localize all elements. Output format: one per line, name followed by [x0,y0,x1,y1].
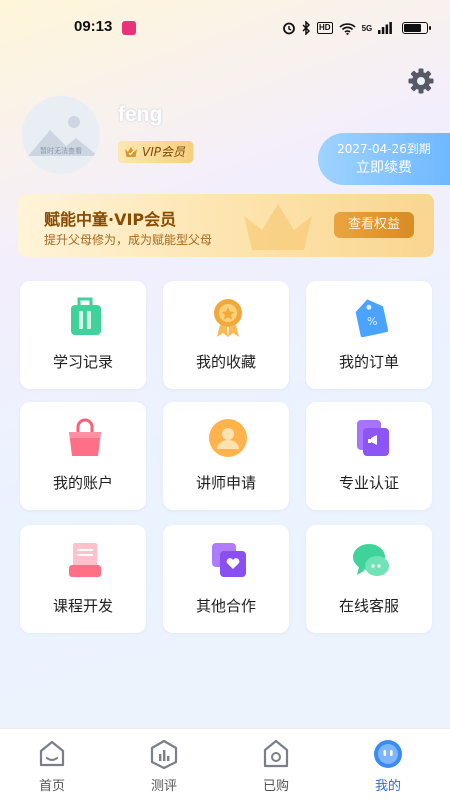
lecturer-avatar-icon [209,419,247,457]
hd-badge: HD [317,22,333,34]
tile-course-dev[interactable]: 课程开发 [20,525,146,633]
renew-expiry-date: 2027-04-26到期 [337,142,431,156]
orders-tag-icon: % [355,299,389,338]
tile-account[interactable]: 我的账户 [20,402,146,510]
tile-cooperation[interactable]: 其他合作 [163,525,289,633]
tab-home[interactable]: 首页 [22,737,82,794]
renew-button[interactable]: 2027-04-26到期 立即续费 [318,133,450,185]
tile-label: 学习记录 [52,353,113,371]
bottom-tab-bar: 首页 测评 已购 我的 [0,728,450,800]
tab-profile[interactable]: 我的 [358,737,418,794]
tile-label: 其他合作 [195,597,256,615]
avatar[interactable]: 暂时无法查看 [22,96,100,174]
app-notification-icon [122,21,136,35]
profile-icon [374,740,402,768]
tile-label: 我的订单 [338,353,399,371]
status-icons: HD 5G [282,20,432,36]
tile-certification[interactable]: 专业认证 [306,402,432,510]
tab-label: 首页 [38,779,65,794]
vip-crown-icon [125,147,137,157]
tile-label: 我的账户 [52,474,113,492]
tile-label: 专业认证 [338,474,399,492]
tile-lecturer[interactable]: 讲师申请 [163,402,289,510]
tile-favorites[interactable]: 我的收藏 [163,281,289,389]
status-time: 09:13 [74,18,113,35]
favorites-medal-icon [214,299,242,337]
assessment-icon [150,739,178,770]
tile-customer-service[interactable]: 在线客服 [306,525,432,633]
vip-banner-subtitle: 提升父母修为，成为赋能型父母 [44,233,213,247]
bluetooth-icon [302,21,311,35]
study-record-icon [71,297,101,335]
crown-decoration-icon [244,204,312,250]
tile-label: 我的收藏 [195,353,256,371]
tile-label: 课程开发 [52,597,113,615]
tab-purchased[interactable]: 已购 [246,737,306,794]
tile-orders[interactable]: % 我的订单 [306,281,432,389]
signal-5g-badge: 5G [361,23,373,33]
tab-label: 已购 [262,779,289,794]
vip-badge: VIP会员 [118,141,193,163]
image-placeholder-icon [28,116,98,156]
vip-banner-title: 赋能中童·VIP会员 [44,210,177,229]
purchased-icon [263,739,289,768]
view-benefits-button[interactable]: 查看权益 [334,212,414,238]
vip-banner[interactable]: 赋能中童·VIP会员 提升父母修为，成为赋能型父母 查看权益 [18,194,434,257]
tab-assessment[interactable]: 测评 [134,737,194,794]
renew-label: 立即续费 [356,160,412,176]
home-icon [39,740,65,767]
tile-study-record[interactable]: 学习记录 [20,281,146,389]
account-bag-icon [69,418,101,456]
alarm-icon [283,22,295,35]
wifi-icon [338,22,356,35]
tab-label: 测评 [150,779,177,794]
avatar-caption: 暂时无法查看 [40,147,82,155]
username: feng [118,103,163,126]
settings-gear-icon[interactable] [406,66,436,96]
tile-label: 讲师申请 [195,474,256,492]
signal-icon [378,22,393,34]
course-dev-icon [69,543,101,577]
tab-label: 我的 [374,779,401,794]
status-bar: 09:13 HD 5G [0,0,450,56]
tile-label: 在线客服 [338,597,399,615]
certification-icon [357,420,389,456]
battery-icon [402,22,432,34]
vip-badge-label: VIP会员 [142,145,185,159]
svg-text:%: % [367,315,377,328]
customer-service-icon [353,544,389,576]
cooperation-icon [212,543,246,577]
